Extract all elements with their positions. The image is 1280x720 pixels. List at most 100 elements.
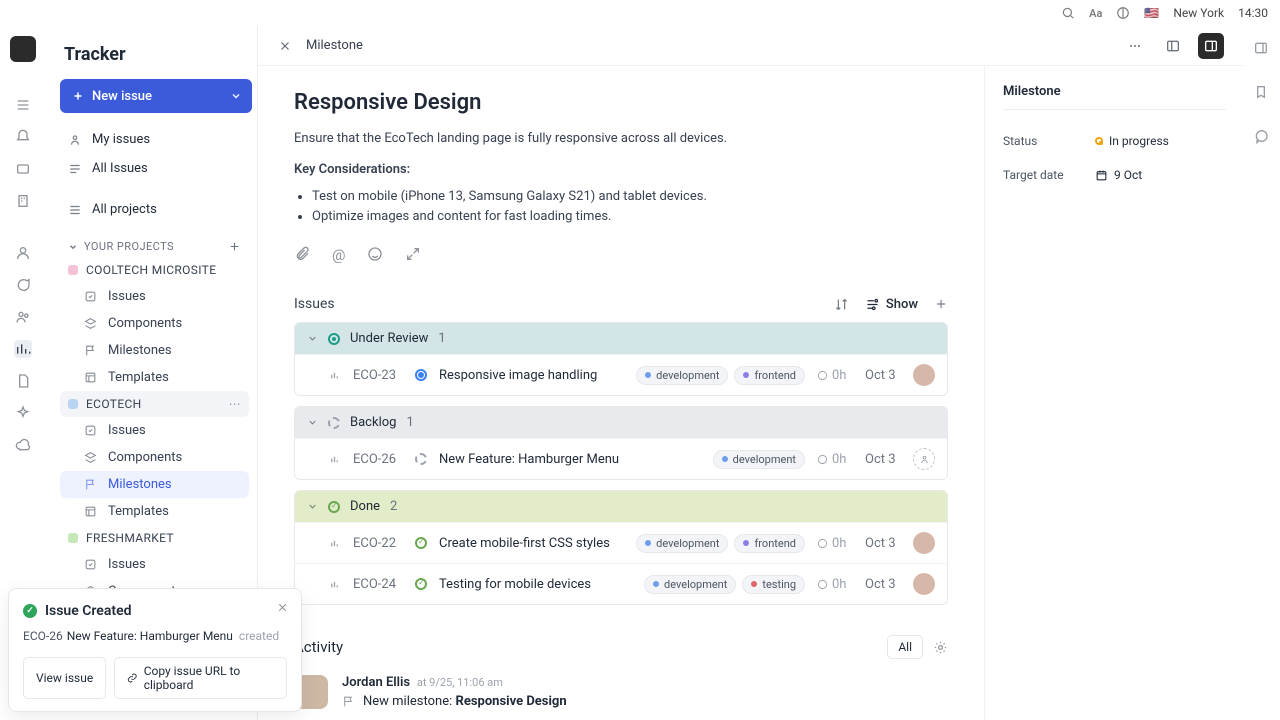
project-freshmarket[interactable]: FRESHMARKET [60,525,249,551]
details-panel: Milestone Status In progress Target date… [984,66,1244,720]
system-status-bar: Aa 🇺🇸 New York 14:30 [1049,0,1280,26]
group-header[interactable]: Done 2 [295,491,947,522]
emoji-icon[interactable] [367,246,383,264]
doc-icon[interactable] [14,372,32,390]
sort-icon[interactable] [834,297,849,312]
priority-icon [329,579,341,590]
tag-development[interactable]: development [713,450,805,469]
copy-url-button[interactable]: Copy issue URL to clipboard [114,657,287,699]
more-icon[interactable] [1122,33,1148,59]
assignee-avatar[interactable] [913,573,935,595]
panel-icon[interactable] [1253,40,1271,58]
group-status-label: Under Review [350,331,428,346]
tag-development[interactable]: development [636,534,728,553]
attachment-icon[interactable] [294,246,310,264]
issue-group-review: Under Review 1 ECO-23 Responsive image h… [294,322,948,396]
person-icon[interactable] [14,244,32,262]
layout-icon[interactable] [1160,33,1186,59]
tag-development[interactable]: development [644,575,736,594]
project-item-components[interactable]: Components [60,444,249,471]
issues-section-header: Issues Show [294,296,948,312]
flag-icon: 🇺🇸 [1144,6,1159,20]
due-date: Oct 3 [865,536,901,551]
mention-icon[interactable]: @ [332,246,345,264]
issue-row[interactable]: ECO-26 New Feature: Hamburger Menu devel… [295,438,947,479]
group-status-label: Backlog [350,415,396,430]
assignee-avatar[interactable] [913,532,935,554]
show-button[interactable]: Show [865,297,918,312]
estimate: 0h [817,452,853,467]
all-issues-link[interactable]: All Issues [60,154,249,183]
project-item-issues[interactable]: Issues [60,551,249,578]
project-item-milestones[interactable]: Milestones [60,471,249,498]
toast-title: Issue Created [45,603,131,619]
priority-icon [329,538,341,549]
team-icon[interactable] [14,308,32,326]
chevron-down-icon[interactable] [307,501,318,512]
issue-row[interactable]: ECO-23 Responsive image handling develop… [295,354,947,395]
project-item-issues[interactable]: Issues [60,283,249,310]
bookmark-icon[interactable] [1253,84,1271,102]
tag-development[interactable]: development [636,366,728,385]
group-status-label: Done [350,499,380,514]
tag-testing[interactable]: testing [742,575,805,594]
project-ecotech[interactable]: ECOTECH⋯ [60,391,249,417]
settings-icon[interactable] [933,640,948,655]
target-date-row[interactable]: Target date 9 Oct [1003,158,1226,192]
more-icon[interactable]: ⋯ [229,397,241,411]
project-item-milestones[interactable]: Milestones [60,337,249,364]
priority-icon [329,370,341,381]
close-icon[interactable] [278,39,292,53]
tracker-icon[interactable] [14,340,32,358]
menu-icon[interactable] [14,96,32,114]
milestone-description: Ensure that the EcoTech landing page is … [294,129,948,150]
building-icon[interactable] [14,192,32,210]
group-header[interactable]: Backlog 1 [295,407,947,438]
editor-actions: @ [294,246,948,290]
project-item-components[interactable]: Components [60,310,249,337]
estimate: 0h [817,577,853,592]
group-header[interactable]: Under Review 1 [295,323,947,354]
priority-icon [329,454,341,465]
search-icon[interactable] [1061,6,1075,20]
activity-filter-all[interactable]: All [887,635,923,659]
sidepanel-icon[interactable] [1198,33,1224,59]
project-item-issues[interactable]: Issues [60,417,249,444]
issue-name: Responsive image handling [439,368,624,383]
chevron-down-icon[interactable] [230,90,242,102]
inbox-icon[interactable] [14,160,32,178]
cloud-icon[interactable] [14,436,32,454]
new-issue-button[interactable]: New issue [60,79,252,113]
tag-frontend[interactable]: frontend [734,366,805,385]
add-issue-icon[interactable] [934,297,948,311]
chevron-down-icon[interactable] [307,417,318,428]
issue-name: Testing for mobile devices [439,577,632,592]
workspace-logo[interactable] [10,36,36,62]
status-row[interactable]: Status In progress [1003,124,1226,158]
chat-icon[interactable] [14,276,32,294]
issue-row[interactable]: ECO-22 Create mobile-first CSS styles de… [295,522,947,563]
assignee-avatar[interactable] [913,364,935,386]
chevron-down-icon[interactable] [307,333,318,344]
sparkle-icon[interactable] [14,404,32,422]
issue-row[interactable]: ECO-24 Testing for mobile devices develo… [295,563,947,604]
tag-frontend[interactable]: frontend [734,534,805,553]
bullet-item: Optimize images and content for fast loa… [312,207,948,228]
my-issues-link[interactable]: My issues [60,125,249,154]
add-project-icon[interactable] [228,240,241,253]
all-projects-link[interactable]: All projects [60,195,249,224]
contrast-icon[interactable] [1116,6,1130,20]
expand-icon[interactable] [405,246,421,264]
details-title: Milestone [1003,84,1226,110]
font-icon[interactable]: Aa [1089,7,1102,20]
project-cooltech-microsite[interactable]: COOLTECH MICROSITE [60,257,249,283]
close-toast-icon[interactable] [276,601,289,614]
status-indicator-icon [1095,137,1103,145]
project-item-templates[interactable]: Templates [60,364,249,391]
view-issue-button[interactable]: View issue [23,657,106,699]
assignee-unassigned-icon[interactable] [913,448,935,470]
comment-icon[interactable] [1253,128,1271,146]
bell-icon[interactable] [14,128,32,146]
issue-group-backlog: Backlog 1 ECO-26 New Feature: Hamburger … [294,406,948,480]
project-item-templates[interactable]: Templates [60,498,249,525]
